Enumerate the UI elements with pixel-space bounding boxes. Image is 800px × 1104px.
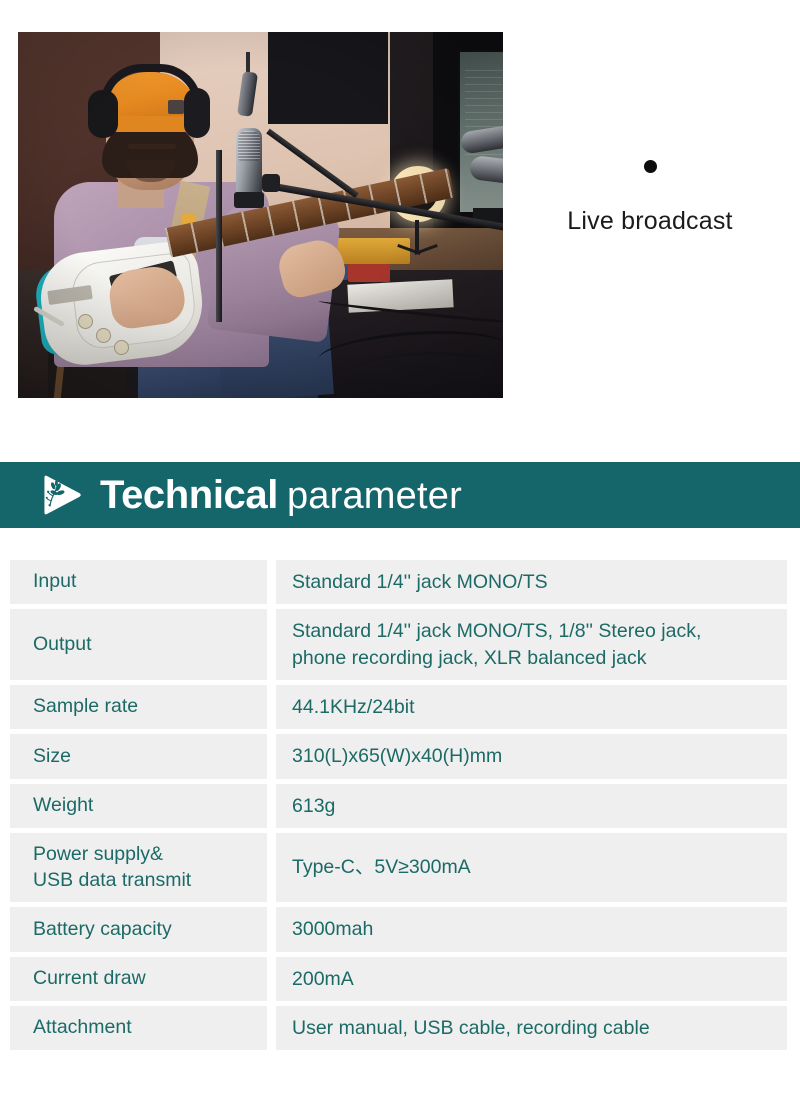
spec-row: Size 310(L)x65(W)x40(H)mm xyxy=(10,734,787,779)
spec-value: Standard 1/4'' jack MONO/TS, 1/8'' Stere… xyxy=(276,609,787,680)
photo-vignette xyxy=(18,32,503,398)
spec-row: Sample rate 44.1KHz/24bit xyxy=(10,684,787,730)
bullet-dot-icon xyxy=(643,160,657,173)
spec-value-text: Standard 1/4'' jack MONO/TS xyxy=(292,571,548,593)
spec-label: Attachment xyxy=(10,1005,267,1051)
spec-label: Power supply& USB data transmit xyxy=(10,832,267,903)
product-lifestyle-photo xyxy=(18,32,503,398)
spec-row: Output Standard 1/4'' jack MONO/TS, 1/8''… xyxy=(10,609,787,680)
spec-label-text: Weight xyxy=(33,793,94,816)
spec-label: Size xyxy=(10,734,267,779)
spec-value-text: Type-C、5V≥300mA xyxy=(292,856,471,879)
spec-label-text: Attachment xyxy=(33,1016,132,1039)
spec-value-text: 44.1KHz/24bit xyxy=(292,695,415,718)
spec-label-text: Input xyxy=(33,570,77,593)
spec-label-text: Size xyxy=(33,744,71,767)
spec-value: 3000mah xyxy=(276,907,787,952)
spec-value-text: 3000mah xyxy=(292,918,374,941)
spec-value: 613g xyxy=(276,783,787,828)
spec-value: User manual, USB cable, recording cable xyxy=(276,1005,787,1051)
spec-value: 200mA xyxy=(276,956,787,1001)
spec-row: Power supply& USB data transmit Type-C、5V… xyxy=(10,832,787,903)
spec-label: Weight xyxy=(10,783,267,828)
spec-label-text: Power supply& USB data transmit xyxy=(33,842,192,891)
hero-section: Live broadcast xyxy=(0,0,800,440)
spec-label: Current draw xyxy=(10,956,267,1001)
spec-value-text: 310(L)x65(W)x40(H)mm xyxy=(292,745,503,768)
spec-value: 44.1KHz/24bit xyxy=(276,684,787,730)
spec-row: Weight 613g xyxy=(10,783,787,828)
spec-row: Current draw 200mA xyxy=(10,956,787,1001)
spec-label-text: Battery capacity xyxy=(33,917,172,940)
section-title: Technical parameter xyxy=(100,475,462,515)
photo-caption: Live broadcast xyxy=(525,160,775,236)
spec-value-text: 613g xyxy=(292,794,336,817)
photo-caption-label: Live broadcast xyxy=(567,207,733,235)
technical-parameter-table: Input Standard 1/4'' jack MONO/TS Output St… xyxy=(10,560,787,1055)
spec-value-text: Standard 1/4'' jack MONO/TS, 1/8'' Stere… xyxy=(292,620,702,669)
section-title-bold: Technical xyxy=(100,473,278,517)
spec-value: 310(L)x65(W)x40(H)mm xyxy=(276,734,787,779)
spec-row: Input Standard 1/4'' jack MONO/TS xyxy=(10,560,787,605)
spec-label: Input xyxy=(10,560,267,605)
spec-value: Standard 1/4'' jack MONO/TS xyxy=(276,560,787,605)
spec-value-text: User manual, USB cable, recording cable xyxy=(292,1016,650,1039)
spec-label: Battery capacity xyxy=(10,907,267,952)
section-title-light: parameter xyxy=(286,475,462,517)
spec-label-text: Output xyxy=(33,632,92,655)
spec-label-text: Current draw xyxy=(33,966,146,989)
spec-label: Sample rate xyxy=(10,684,267,730)
spec-label: Output xyxy=(10,609,267,680)
spec-value-text: 200mA xyxy=(292,967,354,990)
play-triangle-floral-icon xyxy=(44,475,81,515)
section-header-banner: Technical parameter xyxy=(0,462,800,528)
spec-row: Attachment User manual, USB cable, record… xyxy=(10,1005,787,1051)
spec-row: Battery capacity 3000mah xyxy=(10,907,787,952)
spec-label-text: Sample rate xyxy=(33,695,139,718)
spec-value: Type-C、5V≥300mA xyxy=(276,832,787,903)
